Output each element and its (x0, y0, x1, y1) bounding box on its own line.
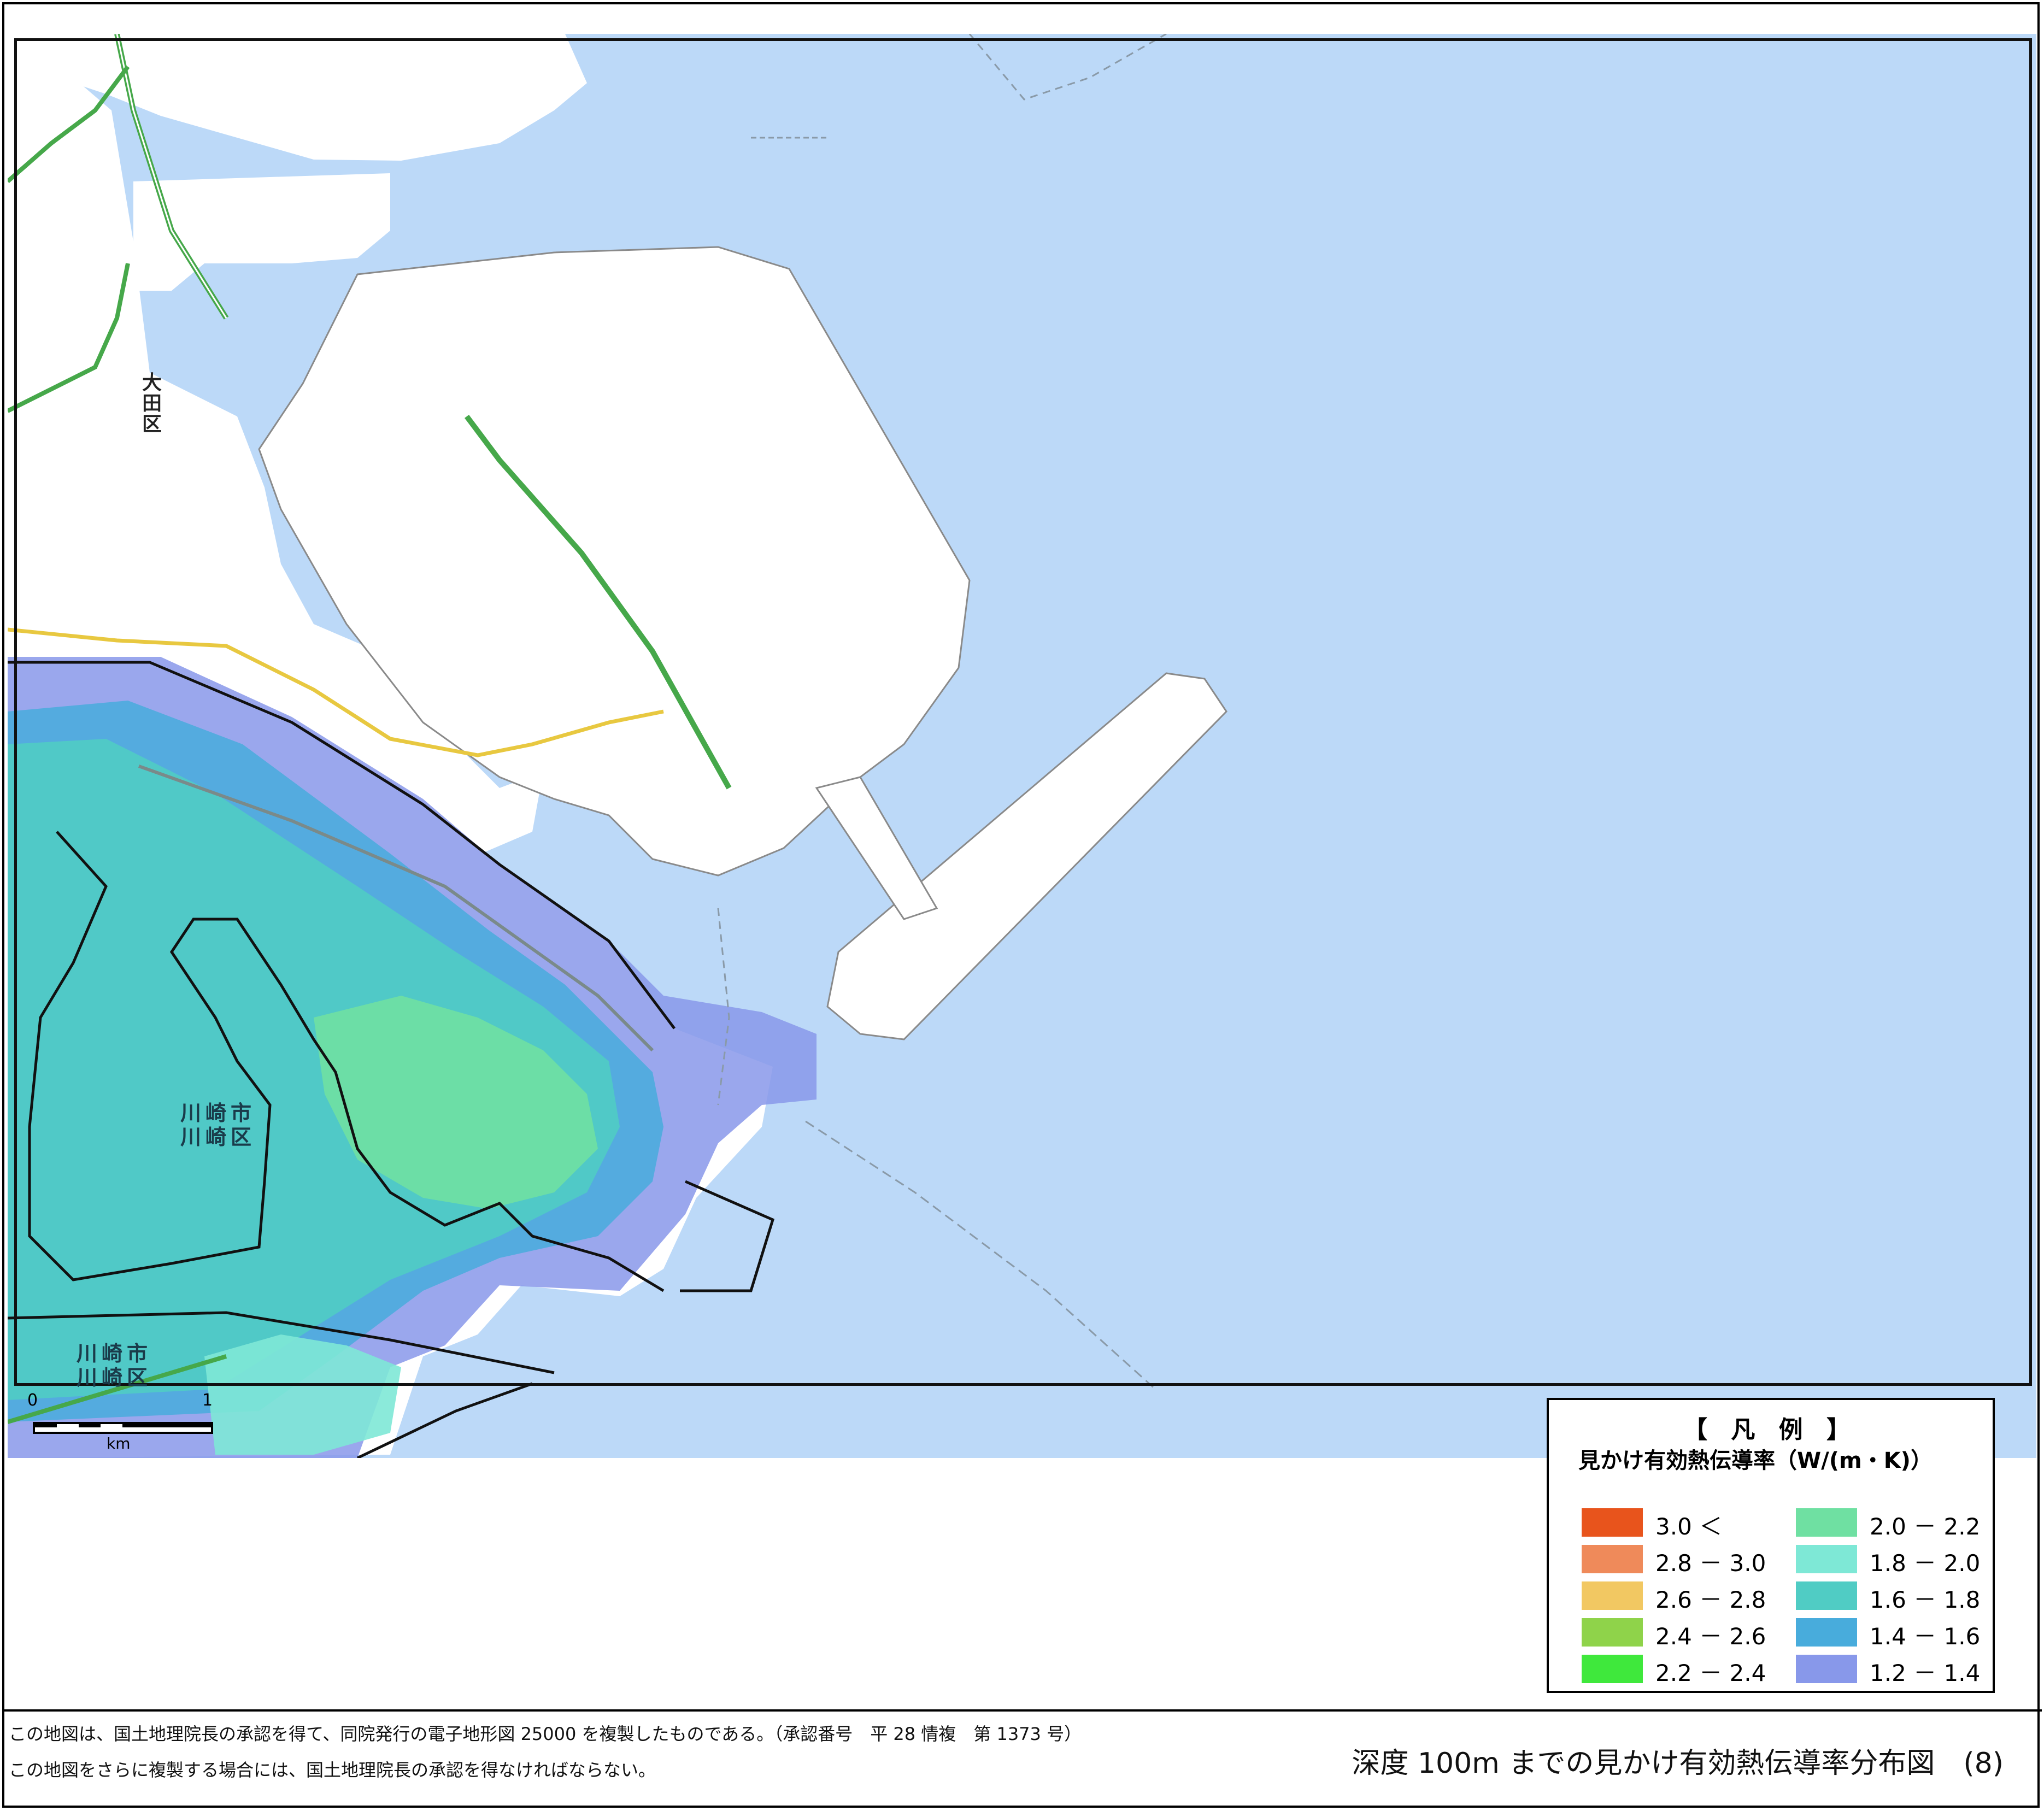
copyright-note-1: この地図は、国土地理院長の承認を得て、同院発行の電子地形図 25000 を複製し… (9, 1724, 1082, 1744)
scale-bar-graphic (33, 1422, 213, 1434)
legend-swatch (1582, 1618, 1643, 1647)
legend-range: 2.4 － 2.6 (1655, 1623, 1766, 1650)
map-graphics (8, 34, 1227, 1458)
legend-swatch (1582, 1581, 1643, 1610)
legend-range: 1.2 － 1.4 (1870, 1660, 1981, 1686)
map-area[interactable] (8, 34, 2036, 1458)
scale-bar: 0 1 km (27, 1391, 224, 1453)
legend-title: 【 凡 例 】 (1683, 1416, 1858, 1444)
legend-box: 【 凡 例 】 見かけ有効熱伝導率（W/(m・K)） 3.0 ＜ 2.8 － 3… (1547, 1398, 1995, 1693)
footer-divider (2, 1709, 2042, 1712)
legend-range: 3.0 ＜ (1655, 1513, 1723, 1540)
scale-end-label: 1 (202, 1391, 213, 1410)
legend-swatch (1796, 1545, 1857, 1573)
place-label-kawasaki-city: 川崎市 (77, 1342, 152, 1366)
scale-unit-label: km (107, 1434, 131, 1453)
legend-range: 2.2 － 2.4 (1655, 1660, 1766, 1686)
legend-swatch (1796, 1508, 1857, 1537)
place-label-kawasaki-ward: 川崎区 (180, 1125, 256, 1149)
legend-swatch (1582, 1545, 1643, 1573)
map-title: 深度 100m までの見かけ有効熱伝導率分布図 (8) (1352, 1747, 2004, 1780)
scale-start-label: 0 (27, 1391, 38, 1410)
place-label-ota: 大田区 (142, 372, 162, 436)
legend-range: 1.6 － 1.8 (1870, 1586, 1981, 1613)
legend-swatch (1796, 1581, 1857, 1610)
legend-range: 2.0 － 2.2 (1870, 1513, 1981, 1540)
legend-subtitle: 見かけ有効熱伝導率（W/(m・K)） (1578, 1448, 1933, 1473)
legend-range: 1.8 － 2.0 (1870, 1550, 1981, 1577)
legend-swatch (1582, 1655, 1643, 1683)
legend-range: 2.8 － 3.0 (1655, 1550, 1766, 1577)
legend-range: 1.4 － 1.6 (1870, 1623, 1981, 1650)
place-label-kawasaki-city: 川崎市 (180, 1101, 256, 1125)
legend-swatch (1582, 1508, 1643, 1537)
copyright-note-2: この地図をさらに複製する場合には、国土地理院長の承認を得なければならない。 (9, 1760, 656, 1780)
place-label-kawasaki-ward: 川崎区 (77, 1366, 152, 1390)
legend-range: 2.6 － 2.8 (1655, 1586, 1766, 1613)
legend-swatch (1796, 1618, 1857, 1647)
legend-swatch (1796, 1655, 1857, 1683)
